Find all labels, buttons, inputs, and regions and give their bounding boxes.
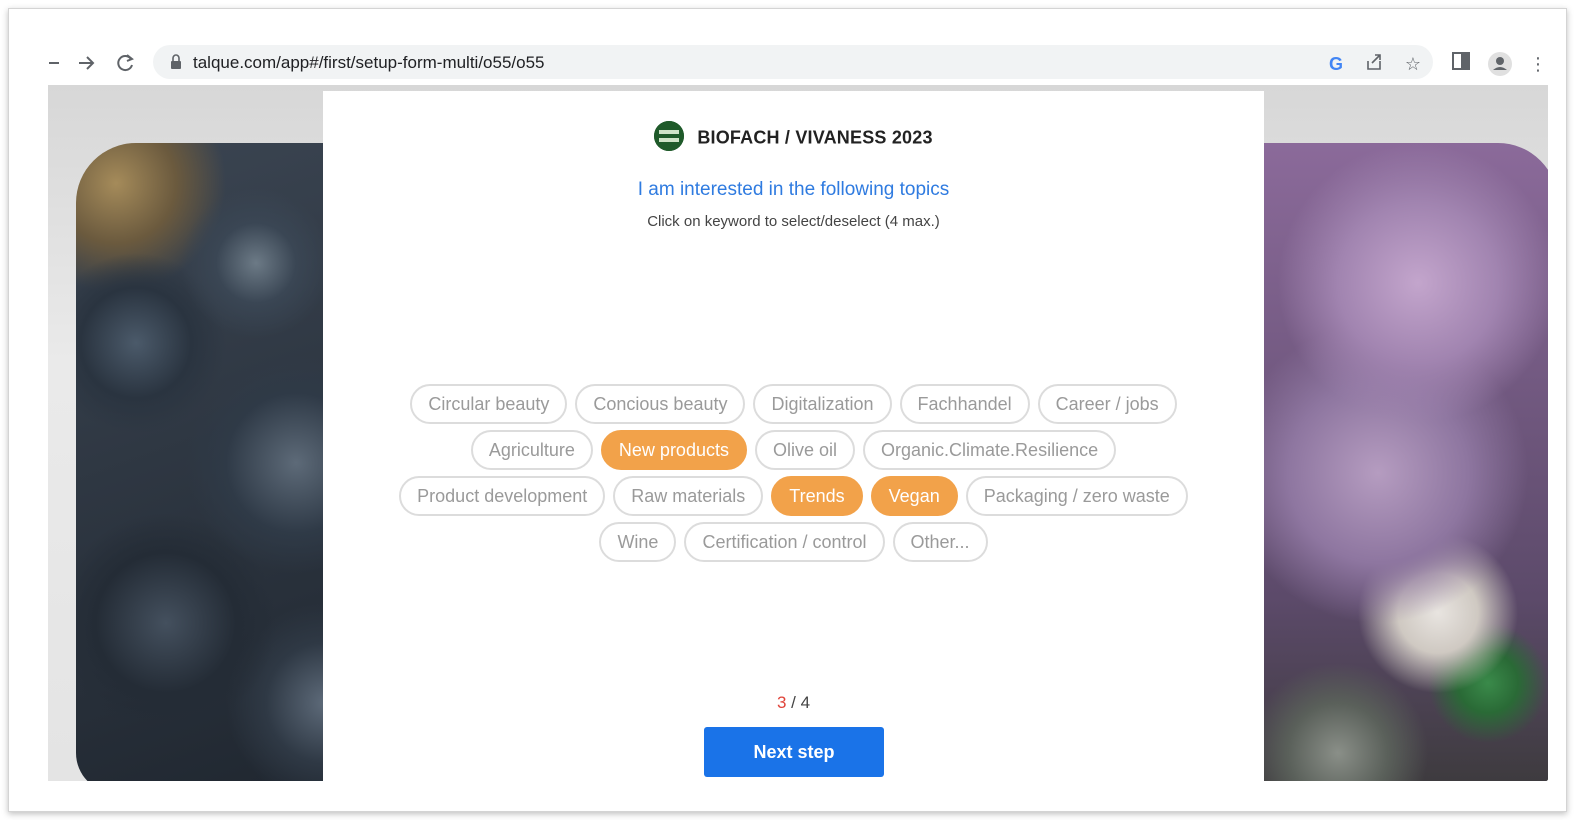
topic-chip[interactable]: Organic.Climate.Resilience bbox=[863, 430, 1117, 470]
topic-chip[interactable]: Vegan bbox=[870, 476, 958, 516]
reload-icon[interactable] bbox=[113, 51, 137, 75]
step-indicator: 3 / 4 bbox=[323, 693, 1264, 713]
topic-chip[interactable]: Agriculture bbox=[470, 430, 593, 470]
google-icon[interactable]: G bbox=[1324, 52, 1348, 76]
topic-chip[interactable]: Packaging / zero waste bbox=[965, 476, 1188, 516]
menu-icon[interactable]: ⋮ bbox=[1526, 52, 1550, 76]
topic-chip[interactable]: Product development bbox=[399, 476, 606, 516]
browser-toolbar: talque.com/app#/first/setup-form-multi/o… bbox=[9, 39, 1566, 85]
url-text[interactable]: talque.com/app#/first/setup-form-multi/o… bbox=[193, 53, 545, 73]
topic-chip[interactable]: New products bbox=[600, 430, 747, 470]
topic-chip[interactable]: Digitalization bbox=[753, 384, 892, 424]
next-step-button[interactable]: Next step bbox=[704, 727, 884, 777]
profile-icon[interactable] bbox=[1488, 52, 1512, 76]
topic-chip[interactable]: Other... bbox=[892, 522, 988, 562]
event-logo bbox=[654, 121, 685, 151]
page-viewport: BIOFACH / VIVANESS 2023 I am interested … bbox=[48, 85, 1548, 781]
topic-chip[interactable]: Wine bbox=[599, 522, 677, 562]
background-image-flower bbox=[1258, 143, 1548, 781]
star-icon[interactable]: ☆ bbox=[1401, 52, 1425, 76]
lock-icon[interactable] bbox=[171, 54, 181, 70]
forward-icon[interactable] bbox=[75, 51, 99, 75]
topic-chip[interactable]: Trends bbox=[771, 476, 863, 516]
topic-chip[interactable]: Career / jobs bbox=[1037, 384, 1177, 424]
browser-window: talque.com/app#/first/setup-form-multi/o… bbox=[8, 8, 1567, 812]
step-separator: / bbox=[786, 693, 801, 712]
address-bar[interactable]: talque.com/app#/first/setup-form-multi/o… bbox=[153, 45, 1433, 79]
form-heading: I am interested in the following topics bbox=[637, 179, 950, 200]
topic-chip[interactable]: Raw materials bbox=[613, 476, 764, 516]
step-current: 3 bbox=[776, 693, 787, 712]
setup-form-card: BIOFACH / VIVANESS 2023 I am interested … bbox=[323, 91, 1264, 781]
back-icon[interactable] bbox=[43, 51, 67, 75]
topic-chip[interactable]: Certification / control bbox=[684, 522, 885, 562]
topic-chip[interactable]: Circular beauty bbox=[410, 384, 568, 424]
topic-chip[interactable]: Concious beauty bbox=[575, 384, 746, 424]
event-header: BIOFACH / VIVANESS 2023 bbox=[323, 121, 1264, 153]
side-panel-icon[interactable] bbox=[1449, 52, 1473, 76]
form-instructions: Click on keyword to select/deselect (4 m… bbox=[647, 213, 940, 230]
topic-chips: Circular beauty Concious beauty Digitaliza… bbox=[373, 381, 1214, 565]
topic-chip[interactable]: Olive oil bbox=[754, 430, 856, 470]
share-icon[interactable] bbox=[1363, 52, 1387, 76]
event-title: BIOFACH / VIVANESS 2023 bbox=[697, 127, 933, 148]
topic-chip[interactable]: Fachhandel bbox=[899, 384, 1030, 424]
step-total: 4 bbox=[800, 693, 811, 712]
